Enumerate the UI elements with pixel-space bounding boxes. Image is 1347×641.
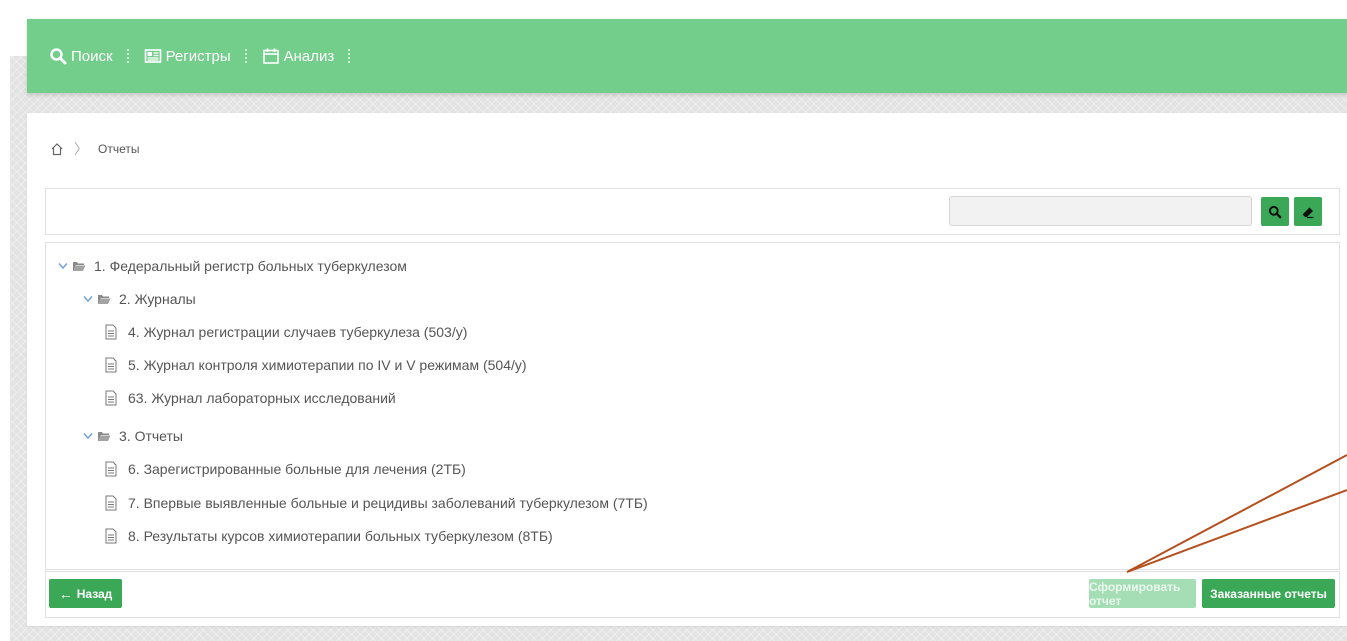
tree-item-label: 1. Федеральный регистр больных туберкуле… bbox=[94, 258, 407, 274]
chevron-down-icon[interactable] bbox=[58, 262, 68, 270]
reports-tree: 1. Федеральный регистр больных туберкуле… bbox=[45, 242, 1340, 570]
action-bar: ← Назад Сформировать отчет Заказанные от… bbox=[45, 571, 1340, 618]
reports-panel: 〉 Отчеты 1. Федеральный регистр больных … bbox=[27, 113, 1347, 626]
tree-item-label: 5. Журнал контроля химиотерапии по IV и … bbox=[128, 357, 527, 373]
tree-document[interactable]: 4. Журнал регистрации случаев туберкулез… bbox=[105, 324, 467, 340]
generate-report-button[interactable]: Сформировать отчет bbox=[1089, 579, 1196, 608]
search-toolbar bbox=[45, 188, 1340, 235]
home-icon[interactable] bbox=[50, 142, 64, 156]
tree-folder[interactable]: 3. Отчеты bbox=[83, 428, 183, 444]
document-icon bbox=[105, 528, 117, 544]
nav-divider bbox=[244, 49, 248, 63]
search-icon bbox=[49, 47, 67, 65]
breadcrumb-separator-icon: 〉 bbox=[74, 141, 88, 157]
ordered-reports-label: Заказанные отчеты bbox=[1210, 586, 1327, 601]
tree-item-label: 63. Журнал лабораторных исследований bbox=[128, 390, 396, 406]
document-icon bbox=[105, 461, 117, 477]
chevron-down-icon[interactable] bbox=[83, 295, 93, 303]
breadcrumb: 〉 Отчеты bbox=[50, 139, 139, 159]
tree-document[interactable]: 6. Зарегистрированные больные для лечени… bbox=[105, 461, 466, 477]
tree-folder[interactable]: 1. Федеральный регистр больных туберкуле… bbox=[58, 258, 407, 274]
top-navbar: Поиск Регистры Анализ bbox=[27, 19, 1347, 93]
clear-button[interactable] bbox=[1294, 197, 1322, 226]
ordered-reports-button[interactable]: Заказанные отчеты bbox=[1202, 579, 1335, 608]
calendar-icon bbox=[262, 47, 280, 65]
document-icon bbox=[105, 324, 117, 340]
tree-item-label: 3. Отчеты bbox=[119, 428, 183, 444]
tree-item-label: 7. Впервые выявленные больные и рецидивы… bbox=[128, 495, 648, 511]
nav-registers[interactable]: Регистры bbox=[144, 47, 231, 65]
nav-divider bbox=[348, 49, 351, 63]
search-button[interactable] bbox=[1261, 197, 1289, 226]
arrow-left-icon: ← bbox=[58, 585, 73, 602]
folder-open-icon bbox=[72, 260, 86, 272]
nav-analysis-label: Анализ bbox=[283, 47, 335, 65]
document-icon bbox=[105, 390, 117, 406]
eraser-icon bbox=[1301, 205, 1315, 219]
back-button-label: Назад bbox=[76, 586, 113, 601]
search-icon bbox=[1268, 205, 1282, 219]
nav-registers-label: Регистры bbox=[165, 47, 231, 65]
tree-document[interactable]: 5. Журнал контроля химиотерапии по IV и … bbox=[105, 357, 527, 373]
generate-report-label: Сформировать отчет bbox=[1089, 579, 1181, 608]
nav-search[interactable]: Поиск bbox=[49, 47, 113, 65]
document-icon bbox=[105, 495, 117, 511]
tree-document[interactable]: 7. Впервые выявленные больные и рецидивы… bbox=[105, 495, 648, 511]
tree-document[interactable]: 63. Журнал лабораторных исследований bbox=[105, 390, 396, 406]
newspaper-icon bbox=[144, 47, 162, 65]
tree-document[interactable]: 8. Результаты курсов химиотерапии больны… bbox=[105, 528, 553, 544]
folder-open-icon bbox=[97, 430, 111, 442]
search-input[interactable] bbox=[949, 196, 1252, 226]
tree-item-label: 2. Журналы bbox=[119, 291, 196, 307]
nav-analysis[interactable]: Анализ bbox=[262, 47, 335, 65]
folder-open-icon bbox=[97, 293, 111, 305]
document-icon bbox=[105, 357, 117, 373]
tree-folder[interactable]: 2. Журналы bbox=[83, 291, 196, 307]
breadcrumb-current: Отчеты bbox=[98, 142, 140, 156]
tree-item-label: 8. Результаты курсов химиотерапии больны… bbox=[128, 528, 553, 544]
chevron-down-icon[interactable] bbox=[83, 432, 93, 440]
nav-divider bbox=[126, 49, 130, 63]
nav-search-label: Поиск bbox=[71, 47, 113, 65]
tree-item-label: 6. Зарегистрированные больные для лечени… bbox=[128, 461, 466, 477]
tree-item-label: 4. Журнал регистрации случаев туберкулез… bbox=[128, 324, 468, 340]
back-button[interactable]: ← Назад bbox=[49, 579, 122, 608]
